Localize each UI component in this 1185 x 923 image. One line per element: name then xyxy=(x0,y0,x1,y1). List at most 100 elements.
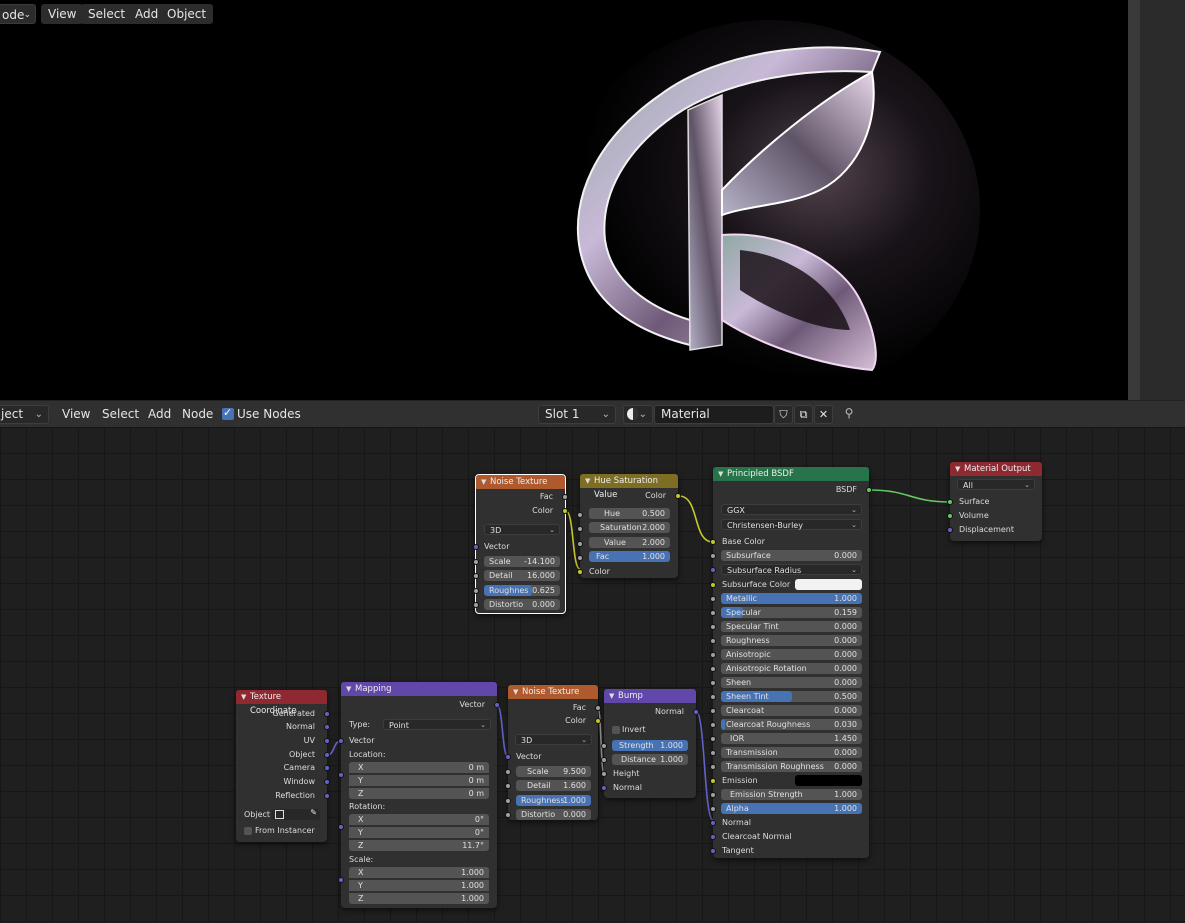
output-vector-socket[interactable] xyxy=(494,702,500,708)
location-x-field[interactable]: X 0 m xyxy=(349,762,489,773)
input-color-socket[interactable] xyxy=(577,569,583,575)
collapse-triangle-icon[interactable]: ▼ xyxy=(346,682,351,696)
input-subsurface-radius-socket[interactable] xyxy=(710,567,716,573)
collapse-triangle-icon[interactable]: ▼ xyxy=(609,689,614,703)
node-header[interactable]: ▼ Bump xyxy=(604,689,696,703)
scale-x-field[interactable]: X 1.000 xyxy=(349,867,489,878)
input-vector-socket[interactable] xyxy=(505,754,511,760)
material-name-field[interactable]: Material xyxy=(654,405,774,424)
input-emission-strength-socket[interactable] xyxy=(710,792,716,798)
from-instancer-checkbox[interactable] xyxy=(244,827,252,835)
input-subsurface-socket[interactable] xyxy=(710,553,716,559)
sheen-tint-slider[interactable]: Sheen Tint 0.500 xyxy=(721,691,862,702)
editor-menu-add[interactable]: Add xyxy=(148,407,171,421)
use-nodes-checkbox[interactable]: ✓ xyxy=(222,406,234,420)
specular-slider[interactable]: Specular 0.159 xyxy=(721,607,862,618)
editor-menu-view[interactable]: View xyxy=(62,407,90,421)
input-height-socket[interactable] xyxy=(601,771,607,777)
input-specular-tint-socket[interactable] xyxy=(710,624,716,630)
location-z-field[interactable]: Z 0 m xyxy=(349,788,489,799)
scale-field[interactable]: Scale 9.500 xyxy=(516,766,591,777)
metallic-slider[interactable]: Metallic 1.000 xyxy=(721,593,862,604)
output-fac-socket[interactable] xyxy=(595,705,601,711)
object-picker-field[interactable]: ✎ xyxy=(272,808,320,820)
collapse-triangle-icon[interactable]: ▼ xyxy=(955,462,960,476)
detail-field[interactable]: Detail 16.000 xyxy=(484,570,560,581)
viewport-side-panel[interactable] xyxy=(1140,0,1185,400)
scale-field[interactable]: Scale -14.100 xyxy=(484,556,560,567)
texture-coordinate-node[interactable]: ▼ Texture Coordinate Generated Normal UV … xyxy=(236,690,330,842)
node-header[interactable]: ▼ Material Output xyxy=(950,462,1042,476)
ior-field[interactable]: IOR 1.450 xyxy=(721,733,862,744)
node-header[interactable]: ▼ Hue Saturation Value xyxy=(580,474,678,500)
node-header[interactable]: ▼ Principled BSDF xyxy=(713,467,869,481)
input-normal-socket[interactable] xyxy=(710,820,716,826)
roughness-field[interactable]: Roughnes 0.625 xyxy=(484,585,560,596)
subsurface-method-dropdown[interactable]: Christensen-Burley ⌄ xyxy=(721,519,862,530)
output-normal-socket[interactable] xyxy=(693,709,699,715)
output-fac-socket[interactable] xyxy=(562,494,568,500)
output-target-dropdown[interactable]: All ⌄ xyxy=(957,479,1035,490)
slot-dropdown[interactable]: Slot 1 ⌄ xyxy=(538,405,616,424)
input-base-color-socket[interactable] xyxy=(710,539,716,545)
input-vector-socket[interactable] xyxy=(338,738,344,744)
collapse-triangle-icon[interactable]: ▼ xyxy=(718,467,723,481)
output-color-socket[interactable] xyxy=(595,718,601,724)
eyedropper-icon[interactable]: ✎ xyxy=(310,808,317,817)
input-scale-socket[interactable] xyxy=(473,559,479,565)
viewport-menu-object[interactable]: Object xyxy=(160,4,214,24)
node-header[interactable]: ▼ Noise Texture xyxy=(508,685,598,699)
input-detail-socket[interactable] xyxy=(473,573,479,579)
input-displacement-socket[interactable] xyxy=(947,527,953,533)
input-transmission-roughness-socket[interactable] xyxy=(710,764,716,770)
input-roughness-socket[interactable] xyxy=(710,638,716,644)
viewport-menu-view[interactable]: View xyxy=(41,4,84,24)
collapse-triangle-icon[interactable]: ▼ xyxy=(481,475,486,489)
viewport-menu-select[interactable]: Select xyxy=(81,4,133,24)
principled-bsdf-node[interactable]: ▼ Principled BSDF BSDF GGX ⌄ Christensen-B… xyxy=(710,467,872,858)
3d-viewport[interactable]: ode ⌄ View Select Add Object xyxy=(0,0,1185,400)
sheen-slider[interactable]: Sheen 0.000 xyxy=(721,677,862,688)
object-type-dropdown[interactable]: ject ⌄ xyxy=(0,405,49,424)
browse-material-button[interactable]: ⌄ xyxy=(623,405,653,424)
duplicate-material-button[interactable]: ⧉ xyxy=(794,405,813,424)
input-normal-socket[interactable] xyxy=(601,785,607,791)
rotation-x-field[interactable]: X 0° xyxy=(349,814,489,825)
fake-user-button[interactable]: ⛉ xyxy=(774,405,793,424)
rotation-y-field[interactable]: Y 0° xyxy=(349,827,489,838)
input-clearcoat-normal-socket[interactable] xyxy=(710,834,716,840)
output-object-socket[interactable] xyxy=(324,752,330,758)
scale-y-field[interactable]: Y 1.000 xyxy=(349,880,489,891)
distortion-field[interactable]: Distortio 0.000 xyxy=(484,599,560,610)
transmission-slider[interactable]: Transmission 0.000 xyxy=(721,747,862,758)
strength-slider[interactable]: Strength 1.000 xyxy=(612,740,688,751)
subsurface-color-swatch[interactable] xyxy=(795,579,862,590)
bump-node[interactable]: ▼ Bump Normal Invert Strength 1.000 Distan… xyxy=(601,689,699,798)
input-location-socket[interactable] xyxy=(338,772,344,778)
specular-tint-slider[interactable]: Specular Tint 0.000 xyxy=(721,621,862,632)
viewport-mode-dropdown[interactable]: ode ⌄ xyxy=(0,4,36,24)
saturation-field[interactable]: Saturation 2.000 xyxy=(589,522,670,533)
emission-strength-field[interactable]: Emission Strength 1.000 xyxy=(721,789,862,800)
node-canvas[interactable]: ▼ Noise Texture Fac Color 3D ⌄ Vector Scal… xyxy=(0,427,1185,923)
input-anisotropic-rotation-socket[interactable] xyxy=(710,666,716,672)
input-clearcoat-roughness-socket[interactable] xyxy=(710,722,716,728)
transmission-roughness-slider[interactable]: Transmission Roughness 0.000 xyxy=(721,761,862,772)
collapse-triangle-icon[interactable]: ▼ xyxy=(241,690,246,704)
output-color-socket[interactable] xyxy=(562,508,568,514)
fac-slider[interactable]: Fac 1.000 xyxy=(589,551,670,562)
noise-texture-node-1[interactable]: ▼ Noise Texture Fac Color 3D ⌄ Vector Scal… xyxy=(473,474,568,614)
output-reflection-socket[interactable] xyxy=(324,793,330,799)
input-subsurface-color-socket[interactable] xyxy=(710,582,716,588)
dimensions-dropdown[interactable]: 3D ⌄ xyxy=(484,524,560,535)
subsurface-field[interactable]: Subsurface 0.000 xyxy=(721,550,862,561)
editor-menu-select[interactable]: Select xyxy=(102,407,139,421)
input-detail-socket[interactable] xyxy=(505,783,511,789)
output-window-socket[interactable] xyxy=(324,779,330,785)
editor-menu-node[interactable]: Node xyxy=(182,407,213,421)
detail-field[interactable]: Detail 1.600 xyxy=(516,780,591,791)
input-saturation-socket[interactable] xyxy=(577,526,583,532)
distribution-dropdown[interactable]: GGX ⌄ xyxy=(721,504,862,515)
roughness-slider[interactable]: Roughness 0.000 xyxy=(721,635,862,646)
distance-field[interactable]: Distance 1.000 xyxy=(612,754,688,765)
